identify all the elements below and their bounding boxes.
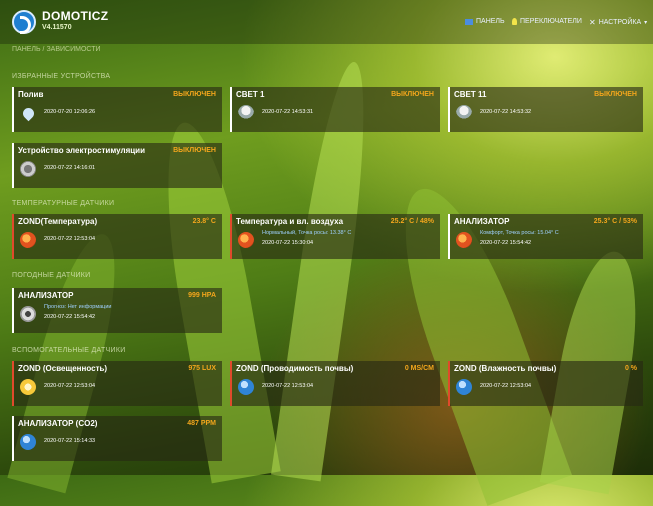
last-update: 2020-07-22 14:53:31 [262, 109, 314, 115]
device-name: СВЕТ 1 [236, 90, 265, 99]
sensor-name: ZOND(Температура) [18, 217, 98, 226]
sensor-card-zond-light[interactable]: ZOND (Освещенность) 975 LUX 2020-07-22 1… [12, 361, 222, 406]
lightbulb-icon [512, 18, 517, 25]
last-update: 2020-07-22 15:54:42 [44, 314, 96, 320]
section-title-temperature: ТЕМПЕРАТУРНЫЕ ДАТЧИКИ [12, 200, 115, 207]
device-card-poliv[interactable]: Полив ВЫКЛЮЧЕН 2020-07-20 12:06:26 [12, 87, 222, 132]
chevron-down-icon: ▾ [644, 20, 648, 26]
section-title-switches: ИЗБРАННЫЕ УСТРОЙСТВА [12, 73, 111, 80]
nav-settings-label: НАСТРОЙКА [598, 19, 642, 26]
lightbulb-icon[interactable] [456, 105, 472, 121]
sensor-value: 25.3° C / 53% [593, 218, 637, 225]
co2-icon[interactable] [20, 434, 36, 450]
last-update: 2020-07-22 14:53:32 [480, 109, 532, 115]
section-title-weather: ПОГОДНЫЕ ДАТЧИКИ [12, 272, 91, 279]
device-name: Полив [18, 90, 44, 99]
last-update: 2020-07-22 12:53:04 [44, 236, 96, 242]
water-drop-icon[interactable] [20, 105, 37, 122]
device-name: СВЕТ 11 [454, 90, 487, 99]
sensor-value: 25.2° C / 48% [390, 218, 434, 225]
sensor-card-temp-humidity[interactable]: Температура и вл. воздуха 25.2° C / 48% … [230, 214, 440, 259]
last-update: 2020-07-22 15:30:04 [262, 240, 314, 246]
last-update: 2020-07-22 12:53:04 [44, 383, 96, 389]
soil-humidity-icon[interactable] [456, 379, 472, 395]
sensor-name: ZOND (Проводимость почвы) [236, 364, 354, 373]
sensor-value: 487 PPM [187, 420, 216, 427]
device-card-svet1[interactable]: СВЕТ 1 ВЫКЛЮЧЕН 2020-07-22 14:53:31 [230, 87, 440, 132]
sensor-name: АНАЛИЗАТОР [454, 217, 510, 226]
nav-panel[interactable]: ПАНЕЛЬ [465, 18, 505, 25]
sensor-value: 0 MS/CM [404, 365, 434, 372]
section-title-utility: ВСПОМОГАТЕЛЬНЫЕ ДАТЧИКИ [12, 347, 126, 354]
breadcrumb[interactable]: ПАНЕЛЬ / ЗАВИСИМОСТИ [12, 46, 101, 53]
nav-switches[interactable]: ПЕРЕКЛЮЧАТЕЛИ [512, 18, 582, 25]
comfort-info: Комфорт, Точка росы: 15.04° C [480, 230, 559, 236]
sensor-name: ZOND (Освещенность) [18, 364, 108, 373]
top-navigation-bar: DOMOTICZ V4.11570 ПАНЕЛЬ ПЕРЕКЛЮЧАТЕЛИ ✕… [0, 0, 653, 44]
nav-panel-label: ПАНЕЛЬ [476, 18, 505, 25]
sensor-value: 0 % [624, 365, 637, 372]
sensor-value: 975 LUX [188, 365, 216, 372]
device-status[interactable]: ВЫКЛЮЧЕН [391, 91, 434, 98]
sensor-card-zond-conductivity[interactable]: ZOND (Проводимость почвы) 0 MS/CM 2020-0… [230, 361, 440, 406]
sensor-name: Температура и вл. воздуха [236, 217, 344, 226]
last-update: 2020-07-22 15:54:42 [480, 240, 532, 246]
power-device-icon[interactable] [20, 161, 36, 177]
last-update: 2020-07-22 12:53:04 [262, 383, 314, 389]
last-update: 2020-07-22 14:16:01 [44, 165, 96, 171]
panel-icon [465, 18, 473, 25]
sensor-card-co2[interactable]: АНАЛИЗАТОР (CO2) 487 PPM 2020-07-22 15:1… [12, 416, 222, 461]
device-name: Устройство электростимуляции [18, 146, 145, 155]
barometer-icon[interactable] [20, 306, 36, 322]
device-card-svet11[interactable]: СВЕТ 11 ВЫКЛЮЧЕН 2020-07-22 14:53:32 [448, 87, 643, 132]
sensor-card-zond-soil-humidity[interactable]: ZOND (Влажность почвы) 0 % 2020-07-22 12… [448, 361, 643, 406]
sensor-name: ZOND (Влажность почвы) [454, 364, 557, 373]
last-update: 2020-07-22 12:53:04 [480, 383, 532, 389]
version-label: V4.11570 [42, 24, 72, 31]
device-status[interactable]: ВЫКЛЮЧЕН [173, 147, 216, 154]
last-update: 2020-07-22 15:14:33 [44, 438, 96, 444]
domoticz-logo-icon[interactable] [12, 10, 36, 34]
device-status[interactable]: ВЫКЛЮЧЕН [173, 91, 216, 98]
comfort-info: Нормальный, Точка росы: 13.38° C [262, 230, 352, 236]
wrench-icon: ✕ [589, 18, 596, 27]
temperature-icon[interactable] [238, 232, 254, 248]
nav-switches-label: ПЕРЕКЛЮЧАТЕЛИ [520, 18, 582, 25]
forecast-info: Прогноз: Нет информации [44, 304, 112, 310]
temperature-icon[interactable] [20, 232, 36, 248]
light-level-icon[interactable] [20, 379, 36, 395]
last-update: 2020-07-20 12:06:26 [44, 109, 96, 115]
lightbulb-icon[interactable] [238, 105, 254, 121]
sensor-card-barometer[interactable]: АНАЛИЗАТОР 999 HPA Прогноз: Нет информац… [12, 288, 222, 333]
sensor-card-analyzer[interactable]: АНАЛИЗАТОР 25.3° C / 53% Комфорт, Точка … [448, 214, 643, 259]
brand-title[interactable]: DOMOTICZ [42, 9, 108, 23]
sensor-value: 999 HPA [188, 292, 216, 299]
sensor-name: АНАЛИЗАТОР (CO2) [18, 419, 98, 428]
sensor-name: АНАЛИЗАТОР [18, 291, 74, 300]
sensor-value: 23.8° C [192, 218, 216, 225]
device-card-stimulator[interactable]: Устройство электростимуляции ВЫКЛЮЧЕН 20… [12, 143, 222, 188]
device-status[interactable]: ВЫКЛЮЧЕН [594, 91, 637, 98]
conductivity-icon[interactable] [238, 379, 254, 395]
nav-settings[interactable]: ✕ НАСТРОЙКА ▾ [589, 18, 647, 27]
temperature-icon[interactable] [456, 232, 472, 248]
sensor-card-zond-temp[interactable]: ZOND(Температура) 23.8° C 2020-07-22 12:… [12, 214, 222, 259]
